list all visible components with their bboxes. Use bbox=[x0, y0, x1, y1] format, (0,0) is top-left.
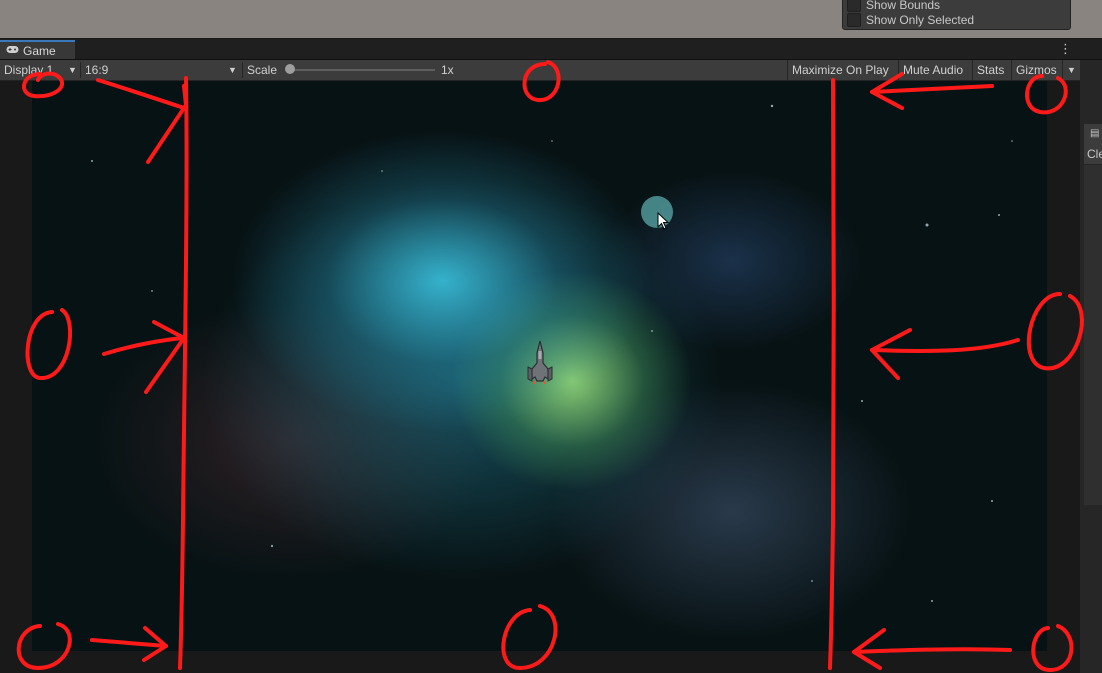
mute-audio-label: Mute Audio bbox=[903, 63, 964, 77]
chevron-down-icon: ▼ bbox=[68, 65, 77, 75]
more-options-icon[interactable]: ⋮ bbox=[1059, 41, 1072, 57]
game-toolbar: Display 1 ▼ 16:9 ▼ Scale 1x Maximize On … bbox=[0, 60, 1080, 81]
console-tab[interactable]: ▤ Cle bbox=[1084, 124, 1102, 164]
separator bbox=[242, 62, 243, 78]
mouse-cursor-icon bbox=[657, 212, 669, 230]
stats-button[interactable]: Stats bbox=[972, 60, 1011, 80]
chevron-down-icon: ▼ bbox=[228, 65, 237, 75]
scene-view-strip: Show Bounds Show Only Selected bbox=[0, 0, 1102, 38]
scale-value: 1x bbox=[441, 63, 454, 77]
console-tab-label: Cle bbox=[1087, 147, 1102, 161]
chevron-down-icon: ▼ bbox=[1067, 65, 1076, 75]
tab-bar: Game ⋮ bbox=[0, 39, 1102, 60]
console-icon: ▤ bbox=[1090, 128, 1100, 139]
show-only-selected-checkbox[interactable] bbox=[847, 13, 861, 27]
gizmos-button[interactable]: Gizmos bbox=[1011, 60, 1062, 80]
tab-game[interactable]: Game bbox=[0, 40, 75, 59]
mute-audio-button[interactable]: Mute Audio bbox=[898, 60, 972, 80]
unity-editor-window: Show Bounds Show Only Selected Game ⋮ Di… bbox=[0, 0, 1102, 673]
aspect-dropdown[interactable]: 16:9 ▼ bbox=[85, 60, 241, 80]
maximize-on-play-button[interactable]: Maximize On Play bbox=[787, 60, 898, 80]
show-only-selected-row[interactable]: Show Only Selected bbox=[847, 12, 974, 28]
scale-slider-track[interactable] bbox=[290, 69, 435, 71]
gamepad-icon bbox=[6, 45, 19, 57]
separator bbox=[80, 62, 81, 78]
game-viewport[interactable] bbox=[0, 81, 1080, 673]
show-bounds-checkbox[interactable] bbox=[847, 0, 861, 12]
display-dropdown[interactable]: Display 1 ▼ bbox=[4, 60, 78, 80]
show-bounds-label: Show Bounds bbox=[866, 0, 941, 12]
maximize-on-play-label: Maximize On Play bbox=[792, 63, 889, 77]
gizmos-dropdown-arrow[interactable]: ▼ bbox=[1062, 60, 1080, 80]
show-only-selected-label: Show Only Selected bbox=[866, 13, 975, 27]
right-panel-scrollbar[interactable] bbox=[1084, 165, 1102, 505]
aspect-dropdown-label: 16:9 bbox=[85, 63, 109, 77]
stats-label: Stats bbox=[977, 63, 1005, 77]
gizmos-label: Gizmos bbox=[1016, 63, 1057, 77]
spaceship-icon bbox=[527, 340, 553, 384]
tab-game-label: Game bbox=[23, 43, 56, 58]
scale-slider-handle[interactable] bbox=[285, 64, 295, 74]
display-dropdown-label: Display 1 bbox=[4, 63, 54, 77]
scale-label: Scale bbox=[247, 63, 278, 77]
gizmo-options-panel: Show Bounds Show Only Selected bbox=[842, 0, 1071, 30]
game-render[interactable] bbox=[32, 81, 1047, 651]
